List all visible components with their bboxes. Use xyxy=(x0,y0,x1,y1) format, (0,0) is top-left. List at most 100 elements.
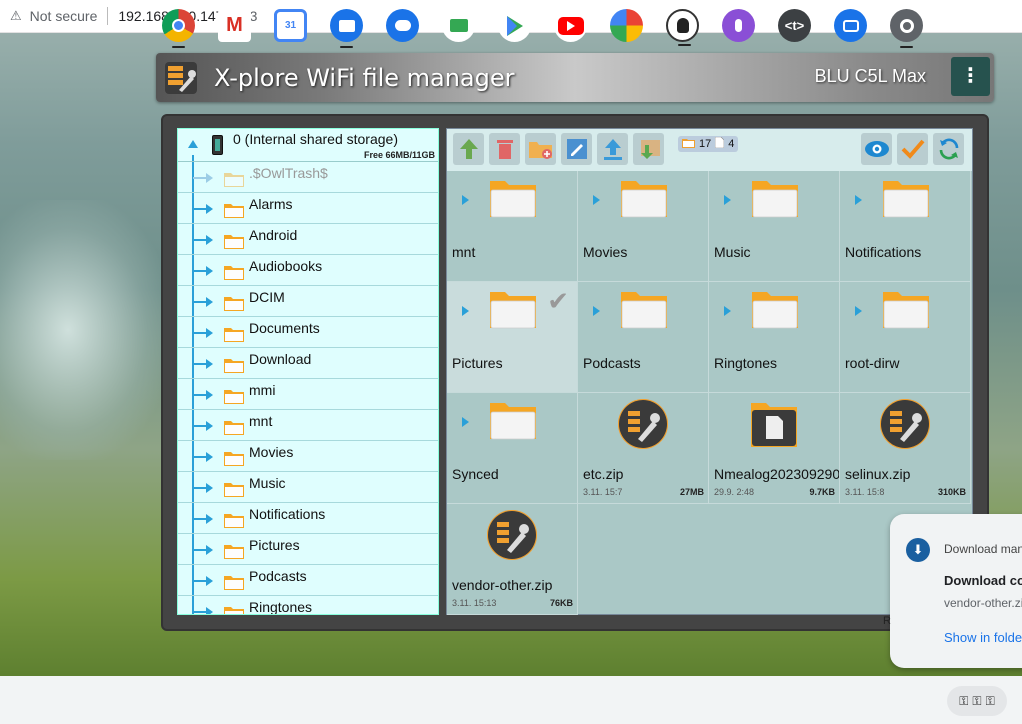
messages-icon[interactable] xyxy=(386,9,419,42)
tree-item[interactable]: Android xyxy=(178,224,438,255)
folder-tree[interactable]: 0 (Internal shared storage) Free 66MB/11… xyxy=(177,128,439,615)
rename-button[interactable] xyxy=(561,133,592,165)
tree-item[interactable]: .$OwlTrash$ xyxy=(178,162,438,193)
expand-arrow-icon[interactable] xyxy=(206,545,213,555)
collapse-arrow-icon[interactable] xyxy=(188,140,198,148)
show-in-folder-link[interactable]: Show in folder xyxy=(944,630,1022,645)
tree-item[interactable]: Pictures xyxy=(178,534,438,565)
expand-arrow-icon[interactable] xyxy=(206,421,213,431)
download-button[interactable] xyxy=(633,133,664,165)
tree-item[interactable]: mmi xyxy=(178,379,438,410)
files-icon[interactable] xyxy=(330,9,363,48)
file-name: root-dirw xyxy=(845,355,900,371)
expand-arrow-icon[interactable] xyxy=(855,306,862,316)
tree-item[interactable]: Movies xyxy=(178,441,438,472)
tree-item[interactable]: Download xyxy=(178,348,438,379)
tree-item[interactable]: DCIM xyxy=(178,286,438,317)
youtube-icon[interactable] xyxy=(554,9,587,42)
folder-icon xyxy=(620,288,668,330)
chrome-icon[interactable] xyxy=(162,9,195,48)
expand-arrow-icon[interactable] xyxy=(206,576,213,586)
expand-arrow-icon[interactable] xyxy=(206,297,213,307)
tree-item[interactable]: Alarms xyxy=(178,193,438,224)
expand-arrow-icon[interactable] xyxy=(462,306,469,316)
play-store-icon[interactable] xyxy=(498,9,531,42)
calendar-icon[interactable]: 31 xyxy=(274,9,307,42)
tree-item[interactable]: mnt xyxy=(178,410,438,441)
refresh-button[interactable] xyxy=(933,133,964,165)
tray-icon: ⚿ xyxy=(985,693,995,708)
tree-root-storage[interactable]: 0 (Internal shared storage) Free 66MB/11… xyxy=(178,129,438,162)
notification-app: Download manager xyxy=(944,542,1022,556)
checkmark-icon[interactable]: ✔ xyxy=(547,286,569,317)
expand-arrow-icon[interactable] xyxy=(593,195,600,205)
expand-arrow-icon[interactable] xyxy=(206,359,213,369)
system-tray[interactable]: ⚿ ⚿ ⚿ xyxy=(947,686,1007,716)
edge-text: R xyxy=(883,615,891,627)
expand-arrow-icon[interactable] xyxy=(206,483,213,493)
folder-tile[interactable]: ✔ Pictures xyxy=(447,282,578,393)
camera-icon[interactable] xyxy=(834,9,867,42)
text-app-icon[interactable]: <t> xyxy=(778,9,811,42)
expand-arrow-icon[interactable] xyxy=(724,195,731,205)
tree-item[interactable]: Podcasts xyxy=(178,565,438,596)
file-name: Synced xyxy=(452,466,499,482)
expand-arrow-icon[interactable] xyxy=(724,306,731,316)
folder-tile[interactable]: Podcasts xyxy=(578,282,709,393)
expand-arrow-icon[interactable] xyxy=(462,195,469,205)
tree-item-label: Audiobooks xyxy=(249,258,323,274)
file-name: Notifications xyxy=(845,244,922,260)
folder-icon xyxy=(224,419,244,435)
expand-arrow-icon[interactable] xyxy=(593,306,600,316)
go-up-button[interactable] xyxy=(453,133,484,165)
expand-arrow-icon[interactable] xyxy=(206,514,213,524)
recorder-icon[interactable] xyxy=(722,9,755,42)
device-name: BLU C5L Max xyxy=(814,66,926,86)
expand-arrow-icon[interactable] xyxy=(206,173,213,183)
file-name: Pictures xyxy=(452,355,503,371)
meet-icon[interactable] xyxy=(442,9,475,42)
download-notification[interactable]: ⬇ Download manager Download complete ven… xyxy=(890,514,1022,668)
os-shelf xyxy=(0,676,1022,724)
more-menu-button[interactable]: ⋮ xyxy=(951,57,990,96)
tree-item[interactable]: Notifications xyxy=(178,503,438,534)
folder-icon xyxy=(751,177,799,219)
expand-arrow-icon[interactable] xyxy=(206,266,213,276)
folder-icon xyxy=(224,171,244,187)
expand-arrow-icon[interactable] xyxy=(206,235,213,245)
expand-arrow-icon[interactable] xyxy=(206,204,213,214)
folder-tile[interactable]: Synced xyxy=(447,393,578,504)
file-tile[interactable]: Nmealog20230929000 29.9. 2:48 9.7KB xyxy=(709,393,840,504)
folder-tile[interactable]: mnt xyxy=(447,171,578,282)
expand-arrow-icon[interactable] xyxy=(206,452,213,462)
expand-arrow-icon[interactable] xyxy=(462,417,469,427)
file-tile[interactable]: vendor-other.zip 3.11. 15:13 76KB xyxy=(447,504,578,615)
linux-terminal-icon[interactable] xyxy=(666,9,699,46)
expand-arrow-icon[interactable] xyxy=(206,390,213,400)
file-tile[interactable]: etc.zip 3.11. 15:7 27MB xyxy=(578,393,709,504)
settings-icon[interactable] xyxy=(890,9,923,48)
tree-item[interactable]: Ringtones xyxy=(178,596,438,614)
select-all-button[interactable] xyxy=(897,133,928,165)
folder-tile[interactable]: Music xyxy=(709,171,840,282)
tree-item[interactable]: Documents xyxy=(178,317,438,348)
tree-item[interactable]: Music xyxy=(178,472,438,503)
new-folder-button[interactable] xyxy=(525,133,556,165)
delete-button[interactable] xyxy=(489,133,520,165)
folder-tile[interactable]: Movies xyxy=(578,171,709,282)
file-count-icon xyxy=(714,136,725,151)
upload-button[interactable] xyxy=(597,133,628,165)
view-button[interactable] xyxy=(861,133,892,165)
file-date: 29.9. 2:48 xyxy=(714,487,755,497)
security-label[interactable]: Not secure xyxy=(30,8,98,24)
folder-tile[interactable]: Notifications xyxy=(840,171,971,282)
tree-item[interactable]: Audiobooks xyxy=(178,255,438,286)
gmail-icon[interactable]: M xyxy=(218,9,251,42)
expand-arrow-icon[interactable] xyxy=(855,195,862,205)
folder-tile[interactable]: Ringtones xyxy=(709,282,840,393)
expand-arrow-icon[interactable] xyxy=(206,328,213,338)
folder-tile[interactable]: root-dirw xyxy=(840,282,971,393)
file-tile[interactable]: selinux.zip 3.11. 15:8 310KB xyxy=(840,393,971,504)
photos-icon[interactable] xyxy=(610,9,643,42)
expand-arrow-icon[interactable] xyxy=(206,607,213,614)
